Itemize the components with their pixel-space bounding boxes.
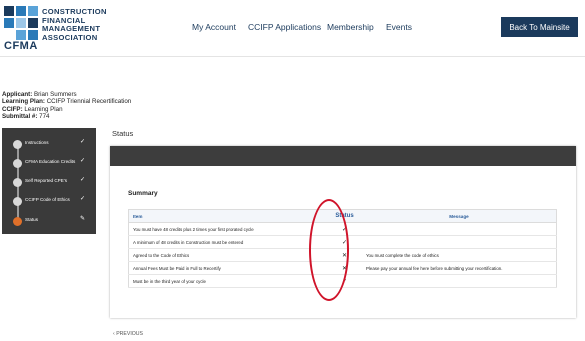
applicant-info: Applicant: Brian Summers Learning Plan: … <box>2 91 131 121</box>
learning-plan-value: CCIFP Triennial Recertification <box>46 98 132 106</box>
applicant-label: Applicant: <box>2 91 33 98</box>
row-message: You must complete the code of ethics <box>362 248 557 262</box>
step-label: CCIFP Code of Ethics <box>25 197 70 202</box>
steps-sidebar: Instructions ✓ CFMA Education Credits ✓ … <box>2 128 96 234</box>
check-icon: ✓ <box>80 139 86 145</box>
row-item: You must have 48 credits plus 2 times yo… <box>128 222 327 236</box>
step-dot <box>13 140 22 149</box>
chevron-left-icon: ‹ <box>113 331 115 337</box>
row-item: Must be in the third year of your cycle <box>128 274 327 288</box>
submittal-value: 774 <box>39 113 50 121</box>
logo-wordmark: CONSTRUCTION FINANCIAL MANAGEMENT ASSOCI… <box>42 7 107 42</box>
step-self-reported-cpes[interactable]: Self Reported CPE's ✓ <box>2 173 96 191</box>
step-cfma-education-credits[interactable]: CFMA Education Credits ✓ <box>2 154 96 172</box>
check-icon: ✓ <box>80 177 86 183</box>
previous-label: PREVIOUS <box>116 331 143 337</box>
row-message <box>362 235 557 249</box>
pencil-icon: ✎ <box>80 216 86 222</box>
submittal-label: Submittal #: <box>2 113 38 121</box>
step-instructions[interactable]: Instructions ✓ <box>2 135 96 153</box>
step-label: CFMA Education Credits <box>25 159 76 164</box>
step-label: Status <box>25 217 39 222</box>
cfma-logo[interactable]: CONSTRUCTION FINANCIAL MANAGEMENT ASSOCI… <box>4 6 114 52</box>
panel-header-band <box>110 146 576 166</box>
row-item: A minimum of 48 credits in Construction … <box>128 235 327 249</box>
row-message: Please pay your annual fee here before s… <box>362 261 557 275</box>
check-icon: ✓ <box>80 158 86 164</box>
logo-abbr: CFMA <box>4 40 38 52</box>
logo-mark <box>4 6 40 40</box>
row-item: Annual Fees Must be Paid in Full to Rece… <box>128 261 327 275</box>
step-dot-active <box>13 217 22 226</box>
column-header-message: Message <box>362 209 557 223</box>
step-dot <box>13 159 22 168</box>
site-header: CONSTRUCTION FINANCIAL MANAGEMENT ASSOCI… <box>0 0 585 57</box>
row-message <box>362 274 557 288</box>
step-status[interactable]: Status ✎ <box>2 212 96 230</box>
ccifp-value: Learning Plan <box>24 105 63 113</box>
nav-my-account[interactable]: My Account <box>192 22 236 32</box>
row-item: Agreed to the Code of Ethics <box>128 248 327 262</box>
step-label: Self Reported CPE's <box>25 178 67 183</box>
step-ccifp-code-of-ethics[interactable]: CCIFP Code of Ethics ✓ <box>2 192 96 210</box>
summary-heading: Summary <box>128 190 158 197</box>
column-header-item: Item <box>128 209 327 223</box>
back-to-mainsite-button[interactable]: Back To Mainsite <box>501 17 578 37</box>
previous-link[interactable]: ‹ PREVIOUS <box>113 331 143 337</box>
nav-ccifp-applications[interactable]: CCIFP Applications <box>248 22 321 32</box>
row-message <box>362 222 557 236</box>
ccifp-label: CCIFP: <box>2 105 23 113</box>
check-icon: ✓ <box>80 196 86 202</box>
nav-membership[interactable]: Membership <box>327 22 374 32</box>
page-title: Status <box>112 129 134 138</box>
step-label: Instructions <box>25 140 49 145</box>
step-dot <box>13 178 22 187</box>
applicant-value: Brian Summers <box>33 91 77 98</box>
step-dot <box>13 197 22 206</box>
learning-plan-label: Learning Plan: <box>2 98 45 106</box>
nav-events[interactable]: Events <box>386 22 412 32</box>
status-column-highlight <box>309 199 349 301</box>
